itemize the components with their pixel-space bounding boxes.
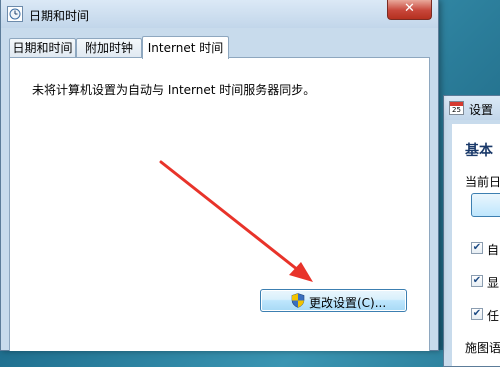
checkbox-show-label: 显 xyxy=(487,276,500,290)
date-time-dialog: 日期和时间 ✕ 日期和时间 附加时钟 Internet 时间 未将计算机设置为自… xyxy=(0,0,439,351)
uac-shield-icon xyxy=(291,293,305,308)
clock-icon xyxy=(7,6,23,22)
current-label: 当前日 xyxy=(465,175,500,189)
checkbox-auto-label: 自 xyxy=(487,243,500,257)
close-button[interactable]: ✕ xyxy=(387,0,432,20)
change-settings-label: 更改设置(C)... xyxy=(309,296,387,310)
internet-time-panel: 未将计算机设置为自动与 Internet 时间服务器同步。 更改设置(C)... xyxy=(9,57,430,351)
tab-date-time[interactable]: 日期和时间 xyxy=(9,38,76,58)
checkbox-auto[interactable]: ✔ xyxy=(471,242,483,254)
settings-heading: 基本 xyxy=(465,143,493,159)
settings-bottom-label: 施图语 xyxy=(465,341,500,355)
settings-action-button[interactable] xyxy=(471,193,500,217)
checkbox-show[interactable]: ✔ xyxy=(471,275,483,287)
checkbox-task-label: 任 xyxy=(487,309,500,323)
close-icon: ✕ xyxy=(404,1,415,16)
dialog-title: 日期和时间 xyxy=(29,9,90,23)
tab-internet-time[interactable]: Internet 时间 xyxy=(142,36,229,59)
dialog-titlebar: 日期和时间 ✕ xyxy=(1,0,438,28)
tab-bar: 日期和时间 附加时钟 Internet 时间 xyxy=(9,36,430,59)
sync-status-text: 未将计算机设置为自动与 Internet 时间服务器同步。 xyxy=(32,83,316,97)
checkbox-task[interactable]: ✔ xyxy=(471,308,483,320)
change-settings-button[interactable]: 更改设置(C)... xyxy=(260,289,407,312)
tab-additional-clocks[interactable]: 附加时钟 xyxy=(76,38,142,58)
